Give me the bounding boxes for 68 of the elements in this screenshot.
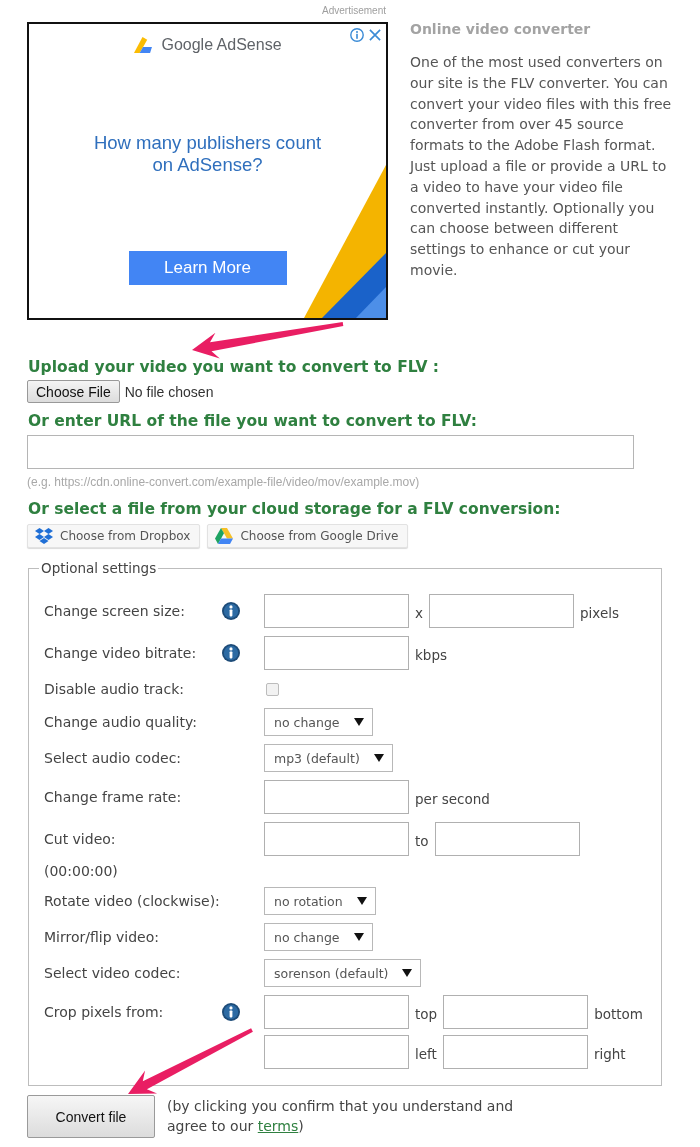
- file-status: No file chosen: [124, 383, 214, 400]
- unit-label: right: [593, 1046, 626, 1062]
- ad-headline: How many publishers count on AdSense?: [92, 132, 323, 176]
- unit-label: x: [415, 605, 423, 621]
- setting-label: Cut video:: [44, 831, 116, 847]
- unit-label: to: [415, 833, 429, 849]
- cloud-button[interactable]: Choose from Google Drive: [207, 524, 409, 548]
- text-input[interactable]: [264, 822, 409, 856]
- info-icon[interactable]: [222, 602, 240, 620]
- text-input[interactable]: [264, 594, 409, 628]
- advertisement-label: Advertisement: [322, 4, 386, 18]
- text-input[interactable]: [442, 1035, 588, 1069]
- setting-label: Select audio codec:: [44, 750, 182, 766]
- caret-icon: [353, 718, 364, 726]
- close-icon[interactable]: [369, 29, 381, 41]
- caret-icon: [373, 754, 384, 762]
- text-input[interactable]: [264, 780, 409, 814]
- cloud-heading: Or select a file from your cloud storage for a FLV conversion:: [28, 500, 561, 518]
- caret-icon: [402, 969, 413, 977]
- learn-more-button[interactable]: Learn More: [128, 251, 287, 285]
- unit-label: top: [415, 1006, 438, 1022]
- setting-label: Rotate video (clockwise):: [44, 893, 220, 909]
- info-icon[interactable]: [222, 644, 240, 662]
- convert-file-button[interactable]: Convert file: [27, 1095, 155, 1138]
- adsense-logo-icon: [133, 36, 153, 54]
- url-heading: Or enter URL of the file you want to convert to FLV:: [28, 412, 477, 430]
- terms-link[interactable]: terms: [257, 1118, 299, 1134]
- dropdown[interactable]: mp3 (default): [264, 744, 393, 772]
- text-input[interactable]: [264, 636, 409, 670]
- dropbox-icon: [35, 528, 53, 544]
- info-icon[interactable]: [222, 1003, 240, 1021]
- time-format-note: (00:00:00): [44, 864, 118, 879]
- brand-name: Google AdSense: [161, 35, 282, 55]
- terms-note: (by clicking you confirm that you understand and agree to our terms): [167, 1097, 515, 1136]
- section-title: Online video converter: [410, 20, 591, 38]
- setting-label: Change screen size:: [44, 603, 185, 619]
- google-drive-icon: [215, 528, 234, 544]
- caret-icon: [356, 897, 367, 905]
- unit-label: left: [415, 1046, 437, 1062]
- url-input[interactable]: [27, 435, 634, 469]
- text-input[interactable]: [264, 995, 409, 1029]
- caret-icon: [353, 933, 364, 941]
- text-input[interactable]: [434, 822, 580, 856]
- text-input[interactable]: [443, 995, 589, 1029]
- setting-label: Change audio quality:: [44, 714, 197, 730]
- unit-label: pixels: [580, 605, 619, 621]
- setting-label: Crop pixels from:: [44, 1004, 164, 1020]
- cloud-button[interactable]: Choose from Dropbox: [27, 524, 201, 548]
- dropdown[interactable]: no change: [264, 708, 373, 736]
- upload-heading: Upload your video you want to convert to FLV :: [28, 358, 440, 376]
- unit-label: bottom: [594, 1006, 643, 1022]
- setting-label: Select video codec:: [44, 965, 181, 981]
- setting-label: Change video bitrate:: [44, 645, 197, 661]
- intro-paragraph: One of the most used converters on our site is the FLV converter. You can convert your video files with this free converter from over 45 source formats to the Adobe Flash format. Just upload a file or provide a URL to a video to have your video file converted instantly. Optionally you can choose between different settings to enhance or cut your movie.: [410, 53, 673, 280]
- unit-label: per second: [415, 791, 490, 807]
- text-input[interactable]: [429, 594, 574, 628]
- setting-label: Change frame rate:: [44, 789, 182, 805]
- dropdown[interactable]: no rotation: [264, 887, 376, 915]
- setting-label: Disable audio track:: [44, 681, 184, 697]
- dropdown[interactable]: no change: [264, 923, 373, 951]
- dropdown[interactable]: sorenson (default): [264, 959, 422, 987]
- checkbox[interactable]: [266, 682, 279, 696]
- unit-label: kbps: [415, 647, 447, 663]
- choose-file-button[interactable]: Choose File: [27, 380, 120, 403]
- url-hint: (e.g. https://cdn.online-convert.com/example-file/video/mov/example.mov): [27, 475, 420, 489]
- text-input[interactable]: [264, 1035, 409, 1069]
- setting-label: Mirror/flip video:: [44, 929, 159, 945]
- panel-legend: Optional settings: [39, 560, 159, 576]
